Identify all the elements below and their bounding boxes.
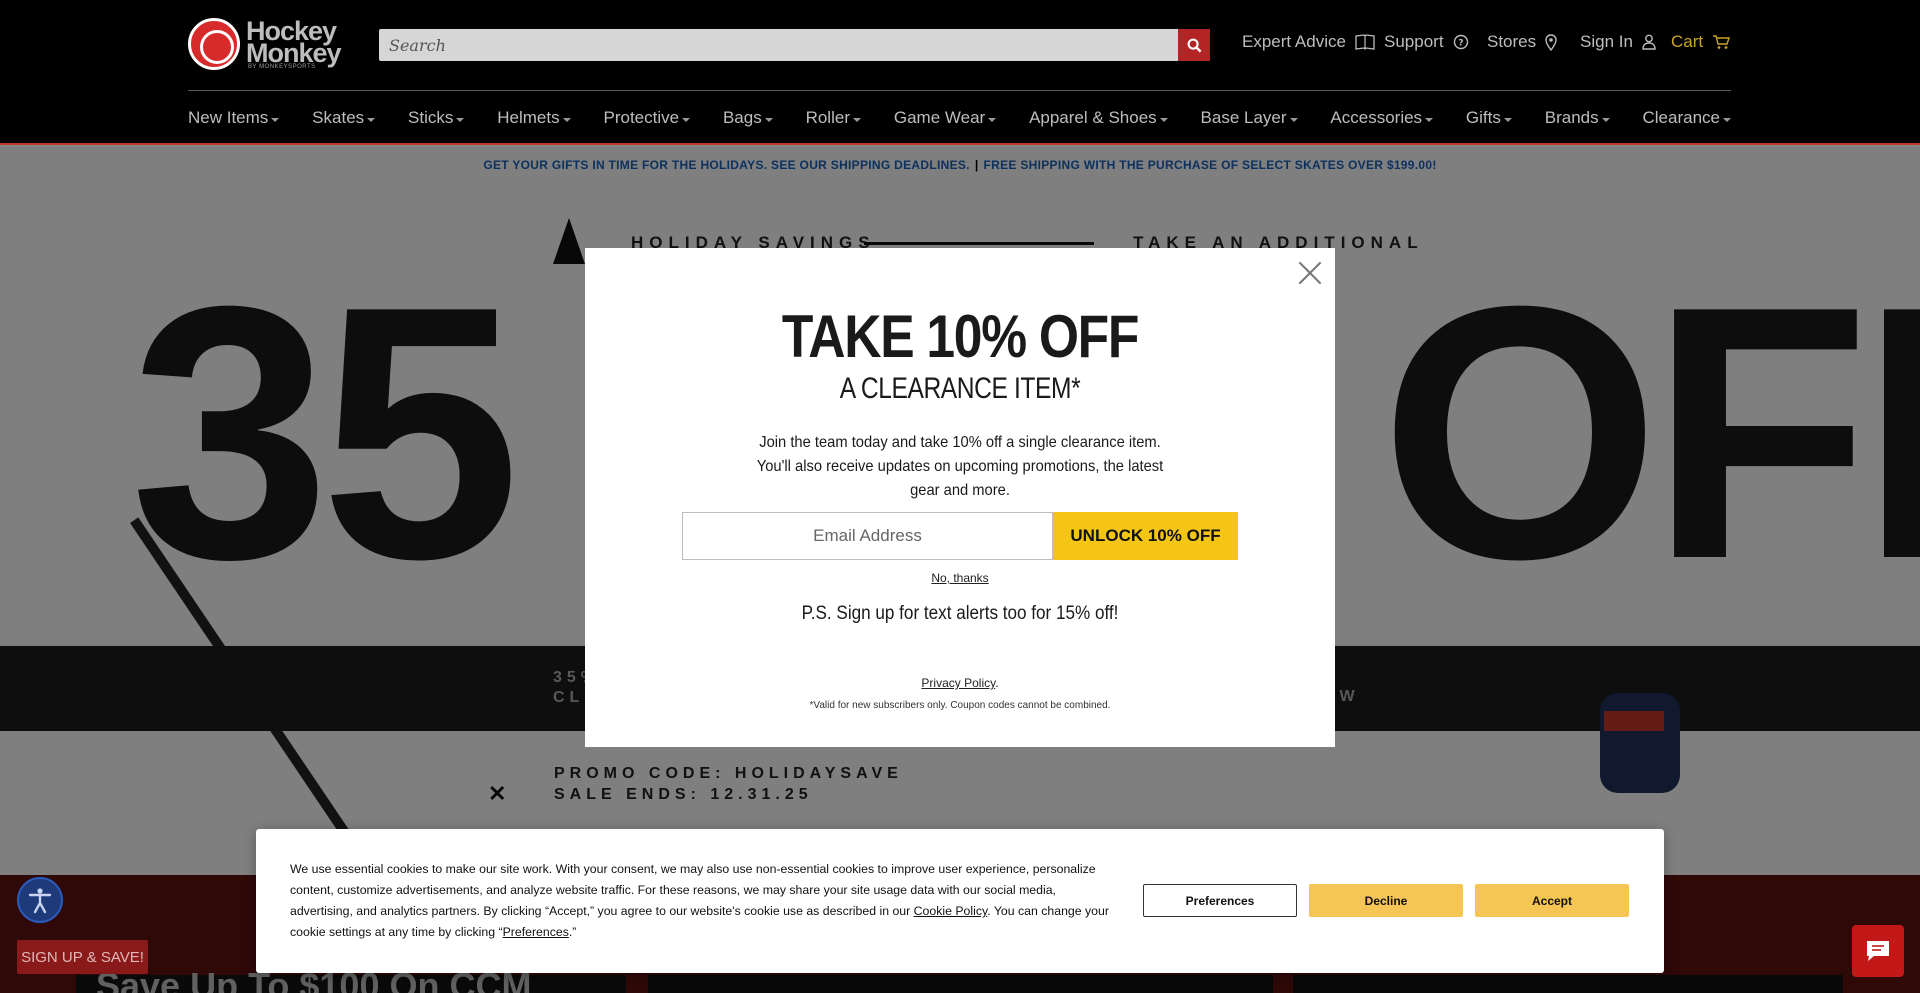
cart-icon	[1713, 35, 1731, 49]
text-alerts-note: P.S. Sign up for text alerts too for 15%…	[801, 603, 1119, 624]
nav-item-game-wear[interactable]: Game Wear	[893, 106, 997, 130]
unlock-discount-button[interactable]: UNLOCK 10% OFF	[1053, 512, 1238, 560]
email-field-wrapper	[682, 512, 1053, 560]
nav-item-base-layer[interactable]: Base Layer	[1201, 106, 1298, 130]
nav-label: Sticks	[408, 108, 454, 127]
chevron-down-icon	[562, 118, 571, 122]
support-label: Support	[1384, 32, 1444, 51]
cookie-accept-button[interactable]: Accept	[1475, 884, 1629, 917]
nav-item-bags[interactable]: Bags	[723, 106, 773, 130]
cookie-text: We use essential cookies to make our sit…	[290, 859, 1110, 943]
chat-bubble-icon	[1867, 941, 1889, 961]
stores-label: Stores	[1487, 32, 1537, 51]
chevron-down-icon	[1723, 118, 1731, 122]
chevron-down-icon	[1503, 118, 1512, 122]
cookie-preferences-button[interactable]: Preferences	[1143, 884, 1297, 917]
nav-item-roller[interactable]: Roller	[806, 106, 861, 130]
cookie-text-end: .”	[568, 925, 577, 939]
sign-in-label: Sign In	[1580, 32, 1633, 51]
hockey-monkey-logo[interactable]: Hockey Monkey BY MONKEYSPORTS	[188, 16, 348, 72]
chevron-down-icon	[682, 118, 691, 122]
sign-up-save-button[interactable]: SIGN UP & SAVE!	[17, 940, 148, 974]
privacy-suffix: .	[995, 676, 999, 690]
chevron-down-icon	[1289, 118, 1298, 122]
nav-label: Clearance	[1642, 108, 1721, 127]
modal-title: TAKE 10% OFF	[781, 303, 1140, 370]
nav-item-gifts[interactable]: Gifts	[1466, 106, 1512, 130]
sign-in-link[interactable]: Sign In	[1580, 30, 1656, 54]
logo-subtitle: BY MONKEYSPORTS	[248, 64, 316, 70]
chevron-down-icon	[271, 118, 280, 122]
nav-label: Helmets	[497, 108, 560, 127]
email-field[interactable]	[683, 513, 1052, 559]
book-icon	[1355, 34, 1375, 50]
cookie-decline-button[interactable]: Decline	[1309, 884, 1463, 917]
nav-item-clearance[interactable]: Clearance	[1642, 106, 1731, 130]
nav-item-protective[interactable]: Protective	[603, 106, 691, 130]
expert-advice-link[interactable]: Expert Advice	[1242, 30, 1375, 54]
nav-label: Apparel & Shoes	[1029, 108, 1157, 127]
stores-link[interactable]: Stores	[1487, 30, 1557, 54]
cookie-banner: We use essential cookies to make our sit…	[256, 829, 1664, 973]
chevron-down-icon	[367, 118, 376, 122]
search-button[interactable]	[1178, 29, 1210, 61]
search-input[interactable]	[379, 29, 1178, 61]
signup-modal: TAKE 10% OFF A CLEARANCE ITEM* Join the …	[585, 248, 1335, 747]
nav-label: Gifts	[1465, 108, 1501, 127]
nav-item-brands[interactable]: Brands	[1545, 106, 1610, 130]
nav-label: Accessories	[1330, 108, 1423, 127]
nav-label: Base Layer	[1200, 108, 1287, 127]
nav-label: Roller	[805, 108, 850, 127]
logo-mark-icon	[188, 18, 240, 70]
nav-item-accessories[interactable]: Accessories	[1330, 106, 1434, 130]
nav-item-new-items[interactable]: New Items	[188, 106, 280, 130]
expert-advice-label: Expert Advice	[1242, 32, 1346, 51]
privacy-policy-link[interactable]: Privacy Policy	[921, 676, 995, 690]
modal-subtitle: A CLEARANCE ITEM*	[839, 372, 1081, 405]
help-circle-icon: ?	[1453, 34, 1468, 50]
accessibility-button[interactable]	[17, 877, 63, 923]
chevron-down-icon	[852, 118, 861, 122]
chevron-down-icon	[988, 118, 997, 122]
no-thanks-link[interactable]: No, thanks	[585, 571, 1335, 585]
close-icon[interactable]	[1297, 260, 1323, 286]
nav-label: Bags	[722, 108, 762, 127]
chevron-down-icon	[1159, 118, 1168, 122]
cart-link[interactable]: Cart	[1671, 30, 1731, 54]
nav-label: Game Wear	[893, 108, 986, 127]
nav-label: Protective	[603, 108, 680, 127]
chevron-down-icon	[1425, 118, 1434, 122]
nav-label: Skates	[312, 108, 365, 127]
support-link[interactable]: Support ?	[1384, 30, 1469, 54]
nav-item-sticks[interactable]: Sticks	[408, 106, 465, 130]
accessibility-icon	[28, 888, 52, 914]
chat-button[interactable]	[1852, 925, 1904, 977]
user-icon	[1642, 34, 1656, 50]
cart-label: Cart	[1671, 32, 1704, 51]
main-nav: New Items Skates Sticks Helmets Protecti…	[188, 106, 1731, 130]
search-bar	[379, 29, 1210, 61]
nav-item-skates[interactable]: Skates	[312, 106, 376, 130]
cookie-policy-link[interactable]: Cookie Policy	[914, 904, 988, 918]
nav-divider	[188, 90, 1731, 91]
nav-item-apparel-shoes[interactable]: Apparel & Shoes	[1029, 106, 1168, 130]
map-pin-icon	[1545, 33, 1557, 51]
nav-label: Brands	[1544, 108, 1599, 127]
chevron-down-icon	[1601, 118, 1610, 122]
chevron-down-icon	[456, 118, 465, 122]
nav-label: New Items	[188, 108, 269, 127]
search-icon	[1187, 38, 1201, 52]
chevron-down-icon	[764, 118, 773, 122]
svg-text:?: ?	[1458, 39, 1463, 49]
preferences-link[interactable]: Preferences	[503, 925, 569, 939]
privacy-line: Privacy Policy.	[585, 676, 1335, 690]
modal-body-text: Join the team today and take 10% off a s…	[756, 434, 1164, 499]
valid-disclaimer: *Valid for new subscribers only. Coupon …	[809, 700, 1111, 711]
nav-item-helmets[interactable]: Helmets	[497, 106, 571, 130]
site-header: Hockey Monkey BY MONKEYSPORTS Expert Adv…	[0, 0, 1920, 145]
